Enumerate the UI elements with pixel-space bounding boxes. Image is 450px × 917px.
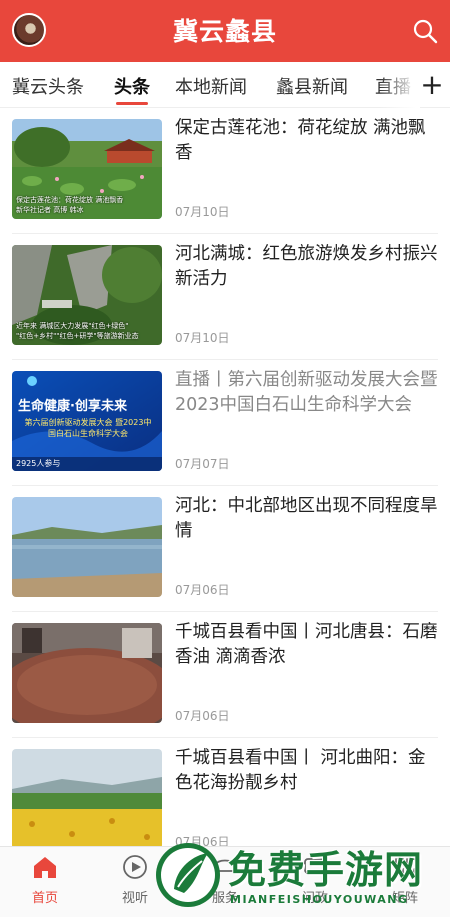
live-thumbnail: 生命健康·创享未来 第六届创新驱动发展大会 暨2023中国白石山生命科学大会 2… <box>12 371 162 471</box>
news-date: 07月06日 <box>175 583 230 597</box>
news-thumbnail <box>12 623 162 723</box>
news-date: 07月10日 <box>175 331 230 345</box>
list-item[interactable]: 千城百县看中国丨河北唐县：石磨香油 滴滴香浓 07月06日 <box>0 612 450 738</box>
news-thumbnail: 保定古莲花池：荷花绽放 满池飘香 新华社记者 高博 韩冰 <box>12 119 162 219</box>
watermark-subtitle: MIANFEISHOUYOUWANG <box>230 893 409 906</box>
news-thumbnail <box>12 749 162 846</box>
list-item[interactable]: 生命健康·创享未来 第六届创新驱动发展大会 暨2023中国白石山生命科学大会 2… <box>0 360 450 486</box>
watermark-logo <box>156 843 220 907</box>
thumb-subcaption: "红色+乡村""红色+研学"等旅游新业态 <box>16 332 139 340</box>
news-thumbnail: 近年来 满城区大力发展"红色+绿色" "红色+乡村""红色+研学"等旅游新业态 <box>12 245 162 345</box>
search-icon[interactable] <box>412 18 438 44</box>
thumb-caption: 保定古莲花池：荷花绽放 满池飘香 <box>16 196 124 204</box>
tab-jiyun-toutiao[interactable]: 冀云头条 <box>12 73 84 99</box>
news-feed: 保定古莲花池：荷花绽放 满池飘香 新华社记者 高博 韩冰 保定古莲花池：荷花绽放… <box>0 108 450 846</box>
news-headline[interactable]: 直播丨第六届创新驱动发展大会暨2023中国白石山生命科学大会 <box>175 368 440 418</box>
app-title: 冀云蠡县 <box>172 17 277 46</box>
news-headline[interactable]: 保定古莲花池：荷花绽放 满池飘香 <box>175 116 440 166</box>
nav-home[interactable]: 首页 <box>15 853 75 906</box>
tab-fade <box>380 62 420 108</box>
news-thumbnail <box>12 497 162 597</box>
active-tab-indicator <box>116 102 148 105</box>
news-date: 07月07日 <box>175 457 230 471</box>
thumb-subcaption: 第六届创新驱动发展大会 暨2023中国白石山生命科学大会 <box>24 418 152 438</box>
tab-lixian-news[interactable]: 蠡县新闻 <box>276 73 348 99</box>
add-tab-icon[interactable]: + <box>418 68 446 102</box>
thumb-subcaption: 新华社记者 高博 韩冰 <box>16 206 84 214</box>
news-headline[interactable]: 千城百县看中国丨 河北曲阳：金色花海扮靓乡村 <box>175 746 440 796</box>
news-headline[interactable]: 千城百县看中国丨河北唐县：石磨香油 滴滴香浓 <box>175 620 440 670</box>
news-headline[interactable]: 河北满城：红色旅游焕发乡村振兴新活力 <box>175 242 440 292</box>
news-date: 07月10日 <box>175 205 230 219</box>
watermark-title: 免费手游网 <box>228 848 424 892</box>
list-item[interactable]: 河北：中北部地区出现不同程度旱情 07月06日 <box>0 486 450 612</box>
tab-toutiao[interactable]: 头条 <box>114 73 150 99</box>
home-icon <box>34 857 56 878</box>
tab-local-news[interactable]: 本地新闻 <box>175 73 247 99</box>
news-headline[interactable]: 河北：中北部地区出现不同程度旱情 <box>175 494 440 544</box>
play-icon <box>123 855 147 879</box>
list-item[interactable]: 保定古莲花池：荷花绽放 满池飘香 新华社记者 高博 韩冰 保定古莲花池：荷花绽放… <box>0 108 450 234</box>
thumb-caption: 近年来 满城区大力发展"红色+绿色" <box>16 322 129 330</box>
site-watermark: 免费手游网 MIANFEISHOUYOUWANG <box>150 837 450 915</box>
news-date: 07月06日 <box>175 709 230 723</box>
list-item[interactable]: 近年来 满城区大力发展"红色+绿色" "红色+乡村""红色+研学"等旅游新业态 … <box>0 234 450 360</box>
thumb-caption: 生命健康·创享未来 <box>18 399 127 414</box>
list-item[interactable]: 千城百县看中国丨 河北曲阳：金色花海扮靓乡村 07月06日 <box>0 738 450 846</box>
nav-label: 首页 <box>31 891 58 906</box>
app-header: 冀云蠡县 <box>0 0 450 62</box>
category-tabs: 冀云头条 头条 本地新闻 蠡县新闻 直播 + <box>0 62 450 108</box>
viewer-count: 2925人参与 <box>16 459 61 468</box>
